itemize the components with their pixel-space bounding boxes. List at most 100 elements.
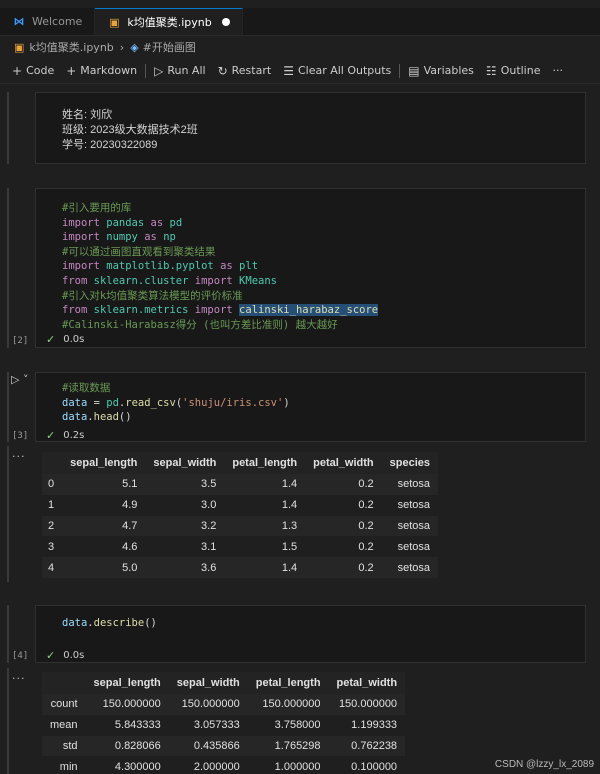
cell-gutter[interactable] (7, 605, 9, 663)
output-more-icon[interactable]: ··· (12, 450, 26, 463)
table-cell: 4.6 (122, 540, 138, 553)
column-header: petal_length (224, 452, 306, 474)
code-line[interactable]: #引入要用的库 (36, 201, 585, 216)
markdown-cell[interactable]: 姓名: 刘欣 班级: 2023级大数据技术2班 学号: 20230322089 (35, 92, 586, 164)
cell-status: ✓ 0.0s (46, 649, 84, 662)
code-line[interactable]: import pandas as pd (36, 216, 585, 231)
tab-label: Welcome (32, 15, 83, 28)
table-header-row: sepal_length sepal_width petal_length petal… (42, 452, 439, 474)
table-cell: 3.6 (145, 557, 225, 578)
column-header: petal_length (247, 672, 329, 694)
output-gutter[interactable] (7, 668, 9, 774)
restart-icon: ↻ (217, 63, 228, 78)
table-cell: 1.199333 (351, 719, 398, 732)
code-line[interactable]: from sklearn.metrics import calinski_har… (36, 303, 585, 318)
cell-gutter[interactable] (7, 372, 9, 442)
table-cell: 1.765298 (247, 735, 329, 757)
output-more-icon[interactable]: ··· (12, 672, 26, 685)
check-icon: ✓ (46, 649, 56, 662)
code-line[interactable]: #Calinski-Harabasz得分 (也叫方差比准则) 越大越好 (36, 318, 585, 333)
tab-notebook[interactable]: ▣ k均值聚类.ipynb (95, 8, 243, 35)
table-cell: 0.762238 (328, 735, 406, 757)
code-line[interactable]: #引入对k均值聚类算法模型的评价标准 (36, 289, 585, 304)
column-header: sepal_length (62, 452, 146, 474)
run-cell-icon[interactable]: ▷ ˅ (11, 373, 28, 386)
table-row: mean 5.843333 3.057333 3.758000 1.199333 (42, 715, 405, 736)
table-cell: setosa (381, 515, 439, 537)
clear-outputs-button[interactable]: ☰ Clear All Outputs (277, 61, 397, 81)
unsaved-dot-icon[interactable] (221, 18, 230, 26)
tab-welcome[interactable]: ⋈ Welcome (0, 8, 96, 35)
table-cell: 4.7 (62, 515, 146, 537)
more-actions-button[interactable]: ··· (546, 61, 569, 81)
code-cell[interactable]: #引入要用的库 import pandas as pd import numpy… (35, 188, 586, 348)
table-cell: 0.2 (358, 540, 374, 553)
cell-status: ✓ 0.0s (46, 333, 84, 346)
notebook-editor[interactable]: 姓名: 刘欣 班级: 2023级大数据技术2班 学号: 20230322089 … (0, 84, 600, 774)
table-cell: 0.2 (305, 474, 382, 495)
table-cell: 2.000000 (193, 760, 240, 773)
output-gutter[interactable] (7, 446, 9, 582)
table-cell: 5.843333 (114, 719, 161, 732)
table-cell: 0.2 (358, 499, 374, 512)
notebook-toolbar: + Code + Markdown ▷ Run All ↻ Restart ☰ Clear… (0, 58, 600, 84)
execution-count: [2] (12, 336, 29, 346)
column-header: sepal_length (85, 672, 169, 694)
restart-button[interactable]: ↻ Restart (212, 61, 278, 81)
table-cell: 1.000000 (274, 760, 321, 773)
variables-button[interactable]: ▤ Variables (402, 61, 480, 81)
column-header: petal_width (328, 672, 406, 694)
table-cell: 0.2 (305, 515, 382, 537)
code-line[interactable]: #可以通过画图直观看到聚类结果 (36, 245, 585, 260)
column-header: sepal_width (168, 672, 248, 694)
row-index: std (42, 735, 86, 757)
cell-status: ✓ 0.2s (46, 429, 84, 442)
breadcrumb-file[interactable]: k均值聚类.ipynb (29, 39, 113, 55)
row-index: mean (50, 719, 78, 732)
execution-time: 0.0s (63, 334, 85, 345)
code-line[interactable]: data = pd.read_csv('shuju/iris.csv') (36, 396, 585, 411)
table-cell: 3.057333 (193, 719, 240, 732)
vscode-icon: ⋈ (13, 15, 25, 28)
cell-gutter[interactable] (7, 188, 9, 348)
code-line[interactable]: from sklearn.cluster import KMeans (36, 274, 585, 289)
markdown-line: 学号: 20230322089 (62, 139, 158, 151)
table-cell: 1.4 (224, 474, 306, 495)
plus-icon: + (66, 63, 77, 78)
breadcrumb-section[interactable]: #开始画图 (143, 39, 196, 55)
add-markdown-button[interactable]: + Markdown (60, 61, 143, 81)
table-row: count 150.000000 150.000000 150.000000 150.0… (42, 694, 406, 715)
table-cell: setosa (381, 557, 439, 578)
code-line[interactable]: import matplotlib.pyplot as plt (36, 259, 585, 274)
run-all-icon: ▷ (154, 63, 164, 78)
row-index: 3 (48, 540, 55, 553)
table-cell: 3.758000 (274, 719, 321, 732)
markdown-line: 姓名: 刘欣 (62, 109, 113, 121)
table-cell: 150.000000 (328, 694, 406, 715)
table-row: 1 4.9 3.0 1.4 0.2 setosa (42, 495, 438, 516)
column-header: species (381, 452, 439, 474)
execution-time: 0.2s (63, 430, 85, 441)
code-line[interactable]: data.describe() (36, 616, 585, 631)
plus-icon: + (12, 63, 23, 78)
table-cell: 0.2 (305, 557, 382, 578)
cell-gutter[interactable] (7, 92, 9, 164)
add-code-button[interactable]: + Code (6, 61, 60, 81)
code-line[interactable]: data.head() (36, 410, 585, 425)
code-cell[interactable]: #读取数据 data = pd.read_csv('shuju/iris.csv… (35, 372, 586, 442)
table-row: 2 4.7 3.2 1.3 0.2 setosa (42, 515, 439, 537)
run-all-button[interactable]: ▷ Run All (148, 61, 211, 81)
outline-button[interactable]: ☷ Outline (480, 61, 547, 81)
table-cell: 3.2 (145, 515, 225, 537)
notebook-icon: ▣ (14, 40, 25, 54)
row-index: 0 (42, 474, 63, 495)
code-line[interactable]: import numpy as np (36, 230, 585, 245)
table-row: 0 5.1 3.5 1.4 0.2 setosa (42, 474, 439, 495)
table-cell: 3.1 (201, 540, 217, 553)
check-icon: ✓ (46, 429, 56, 442)
code-cell[interactable]: data.describe() (35, 605, 586, 663)
dataframe-head-table: sepal_length sepal_width petal_length petal… (42, 452, 439, 578)
table-cell: 4.9 (122, 499, 138, 512)
code-line[interactable]: #读取数据 (36, 381, 585, 396)
table-cell: 5.0 (62, 557, 146, 578)
